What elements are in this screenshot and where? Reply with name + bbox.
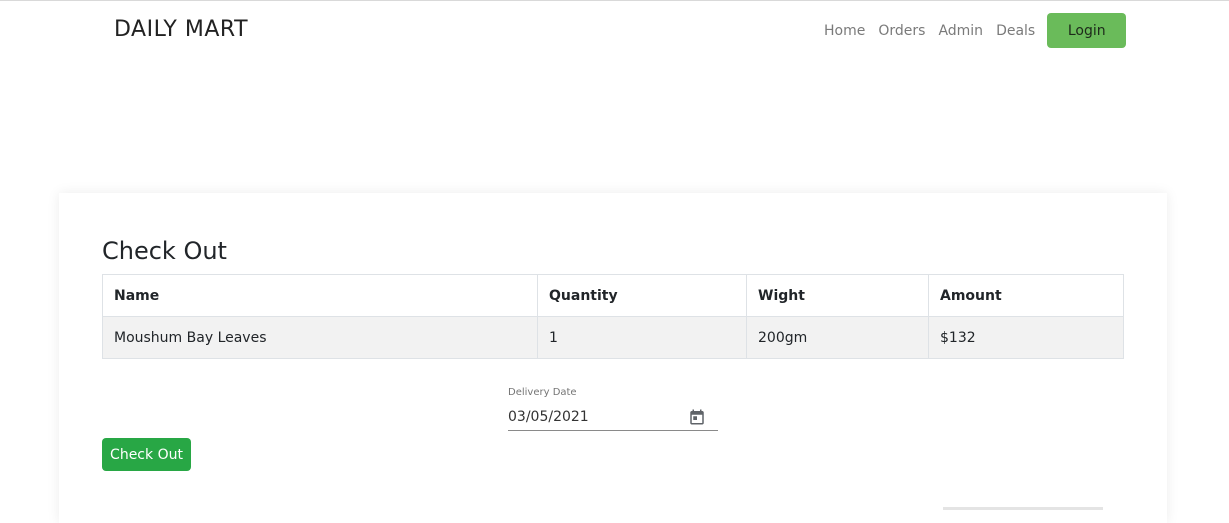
- navbar: DAILY MART Home Orders Admin Deals Login: [0, 1, 1229, 61]
- column-header-weight: Wight: [746, 274, 929, 317]
- cell-weight: 200gm: [746, 316, 929, 359]
- table-header-row: Name Quantity Wight Amount: [102, 274, 1124, 317]
- delivery-date-value: 03/05/2021: [508, 409, 589, 425]
- nav-link-deals[interactable]: Deals: [996, 23, 1035, 39]
- calendar-icon[interactable]: [688, 408, 706, 426]
- login-button[interactable]: Login: [1047, 13, 1127, 48]
- table-row: Moushum Bay Leaves 1 200gm $132: [102, 316, 1124, 359]
- page-title: Check Out: [102, 237, 227, 265]
- nav-link-admin[interactable]: Admin: [938, 23, 983, 39]
- nav-link-orders[interactable]: Orders: [878, 23, 925, 39]
- cell-amount: $132: [928, 316, 1124, 359]
- column-header-quantity: Quantity: [537, 274, 747, 317]
- column-header-amount: Amount: [928, 274, 1124, 317]
- checkout-table: Name Quantity Wight Amount Moushum Bay L…: [102, 274, 1124, 359]
- delivery-date-input[interactable]: 03/05/2021: [508, 404, 718, 431]
- nav-links: Home Orders Admin Deals Login: [820, 13, 1127, 48]
- checkout-button[interactable]: Check Out: [102, 438, 191, 471]
- brand-logo[interactable]: DAILY MART: [114, 17, 248, 42]
- nav-link-home[interactable]: Home: [824, 23, 865, 39]
- delivery-date-field[interactable]: Delivery Date 03/05/2021: [508, 387, 718, 431]
- column-header-name: Name: [102, 274, 538, 317]
- cell-product-name: Moushum Bay Leaves: [102, 316, 538, 359]
- cell-quantity: 1: [537, 316, 747, 359]
- delivery-date-label: Delivery Date: [508, 387, 577, 398]
